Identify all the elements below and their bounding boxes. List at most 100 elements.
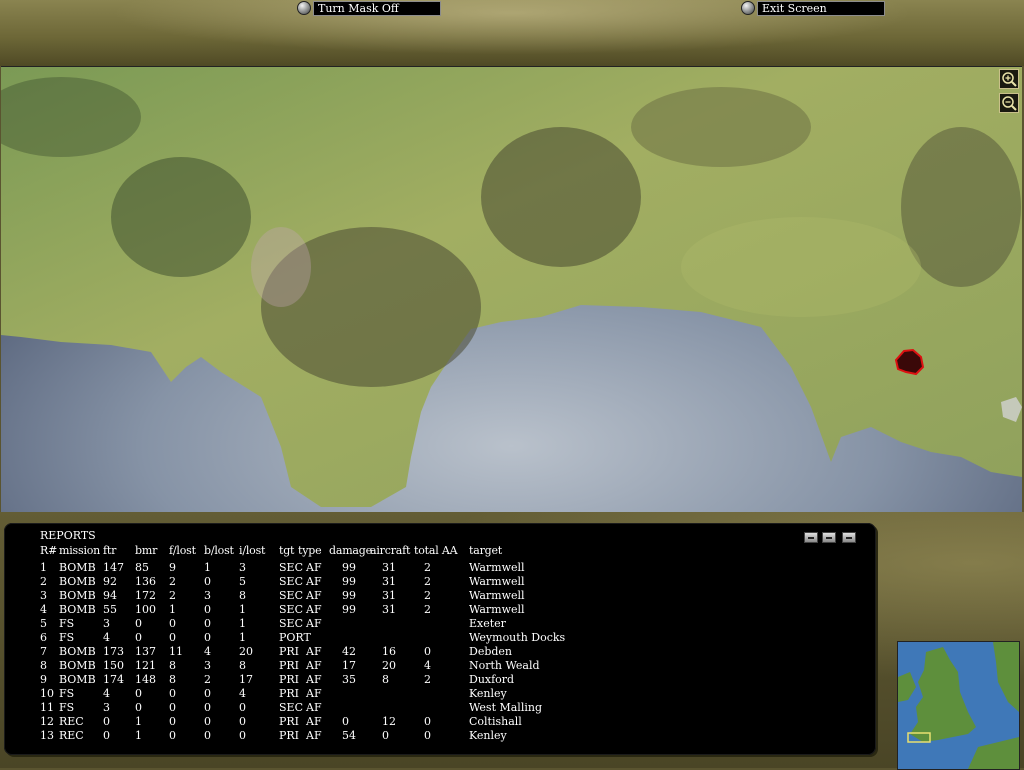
cell-target: Warmwell <box>469 575 525 588</box>
maximize-button[interactable] <box>842 532 856 543</box>
cell-aa: 2 <box>424 603 431 616</box>
table-row[interactable]: 4 BOMB 55 100 1 0 1 SEC AF 99 31 2 Warmwell <box>4 603 864 617</box>
header-total-aa: total AA <box>414 544 458 557</box>
cell-aircraft: 31 <box>382 575 396 588</box>
cell-type: AF <box>306 687 322 700</box>
header-bmr: bmr <box>135 544 158 557</box>
zoom-out-button[interactable] <box>999 93 1019 113</box>
cell-aircraft: 8 <box>382 673 389 686</box>
cell-mission: REC <box>59 715 84 728</box>
cell-ilost: 0 <box>239 715 246 728</box>
header-blost: b/lost <box>204 544 234 557</box>
cell-ftr: 4 <box>103 631 110 644</box>
table-row[interactable]: 13 REC 0 1 0 0 0 PRI AF 54 0 0 Kenley <box>4 729 864 743</box>
cell-mission: BOMB <box>59 673 96 686</box>
cell-mission: BOMB <box>59 561 96 574</box>
cell-type: AF <box>306 589 322 602</box>
cell-target: Kenley <box>469 729 507 742</box>
zoom-in-icon <box>1002 72 1017 87</box>
minimize-button[interactable] <box>804 532 818 543</box>
table-row[interactable]: 7 BOMB 173 137 11 4 20 PRI AF 42 16 0 Debden <box>4 645 864 659</box>
cell-blost: 0 <box>204 701 211 714</box>
zoom-in-button[interactable] <box>999 69 1019 89</box>
cell-aa: 4 <box>424 659 431 672</box>
cell-type: AF <box>306 715 322 728</box>
cell-flost: 2 <box>169 589 176 602</box>
cell-r: 11 <box>40 701 54 714</box>
cell-r: 1 <box>40 561 47 574</box>
cell-target: North Weald <box>469 659 540 672</box>
table-row[interactable]: 6 FS 4 0 0 0 1 PORT Weymouth Docks <box>4 631 864 645</box>
cell-flost: 0 <box>169 729 176 742</box>
cell-blost: 0 <box>204 603 211 616</box>
cell-ftr: 92 <box>103 575 117 588</box>
cell-blost: 4 <box>204 645 211 658</box>
cell-blost: 1 <box>204 561 211 574</box>
cell-tgt: PRI <box>279 715 300 728</box>
cell-r: 10 <box>40 687 54 700</box>
cell-target: Debden <box>469 645 513 658</box>
top-toolbar: Turn Mask Off Exit Screen <box>0 0 1024 66</box>
cell-flost: 0 <box>169 631 176 644</box>
cell-tgt: SEC <box>279 575 303 588</box>
cell-mission: FS <box>59 617 75 630</box>
table-row[interactable]: 10 FS 4 0 0 0 4 PRI AF Kenley <box>4 687 864 701</box>
cell-r: 3 <box>40 589 47 602</box>
cell-blost: 0 <box>204 687 211 700</box>
cell-aa: 2 <box>424 589 431 602</box>
cell-bmr: 148 <box>135 673 156 686</box>
cell-bmr: 0 <box>135 687 142 700</box>
cell-tgt: PORT <box>279 631 311 644</box>
cell-tgt: PRI <box>279 729 300 742</box>
header-target: target <box>469 544 503 557</box>
table-row[interactable]: 2 BOMB 92 136 2 0 5 SEC AF 99 31 2 Warmwell <box>4 575 864 589</box>
cell-aircraft: 31 <box>382 561 396 574</box>
table-row[interactable]: 8 BOMB 150 121 8 3 8 PRI AF 17 20 4 North Weald <box>4 659 864 673</box>
cell-aa: 0 <box>424 645 431 658</box>
cell-mission: REC <box>59 729 84 742</box>
table-row[interactable]: 3 BOMB 94 172 2 3 8 SEC AF 99 31 2 Warmwell <box>4 589 864 603</box>
cell-type: AF <box>306 701 322 714</box>
cell-tgt: PRI <box>279 659 300 672</box>
cell-aircraft: 0 <box>382 729 389 742</box>
header-flost: f/lost <box>169 544 196 557</box>
cell-tgt: SEC <box>279 701 303 714</box>
table-row[interactable]: 9 BOMB 174 148 8 2 17 PRI AF 35 8 2 Duxford <box>4 673 864 687</box>
cell-type: AF <box>306 603 322 616</box>
table-row[interactable]: 11 FS 3 0 0 0 0 SEC AF West Malling <box>4 701 864 715</box>
cell-bmr: 1 <box>135 729 142 742</box>
cell-type: AF <box>306 729 322 742</box>
cell-tgt: SEC <box>279 603 303 616</box>
cell-mission: BOMB <box>59 575 96 588</box>
minimap-graphic <box>898 642 1019 769</box>
cell-blost: 0 <box>204 715 211 728</box>
table-row[interactable]: 12 REC 0 1 0 0 0 PRI AF 0 12 0 Coltishall <box>4 715 864 729</box>
cell-ilost: 5 <box>239 575 246 588</box>
cell-aircraft: 12 <box>382 715 396 728</box>
cell-r: 6 <box>40 631 47 644</box>
table-row[interactable]: 1 BOMB 147 85 9 1 3 SEC AF 99 31 2 Warmwell <box>4 561 864 575</box>
exit-screen-button[interactable]: Exit Screen <box>741 0 885 16</box>
cell-damage: 99 <box>342 603 356 616</box>
cell-damage: 42 <box>342 645 356 658</box>
cell-bmr: 100 <box>135 603 156 616</box>
cell-ftr: 174 <box>103 673 124 686</box>
cell-bmr: 0 <box>135 617 142 630</box>
table-row[interactable]: 5 FS 3 0 0 0 1 SEC AF Exeter <box>4 617 864 631</box>
restore-button[interactable] <box>822 532 836 543</box>
cell-mission: FS <box>59 701 75 714</box>
cell-damage: 99 <box>342 589 356 602</box>
terrain-map[interactable] <box>1 66 1022 513</box>
cell-ftr: 55 <box>103 603 117 616</box>
cell-damage: 99 <box>342 575 356 588</box>
cell-r: 8 <box>40 659 47 672</box>
maximize-icon <box>846 537 852 539</box>
minimap[interactable] <box>897 641 1020 770</box>
turn-mask-off-button[interactable]: Turn Mask Off <box>297 0 441 16</box>
header-aircraft: aircraft <box>370 544 411 557</box>
cell-target: Warmwell <box>469 603 525 616</box>
cell-type: AF <box>306 561 322 574</box>
cell-target: Coltishall <box>469 715 522 728</box>
cell-type: AF <box>306 673 322 686</box>
cell-ilost: 20 <box>239 645 253 658</box>
